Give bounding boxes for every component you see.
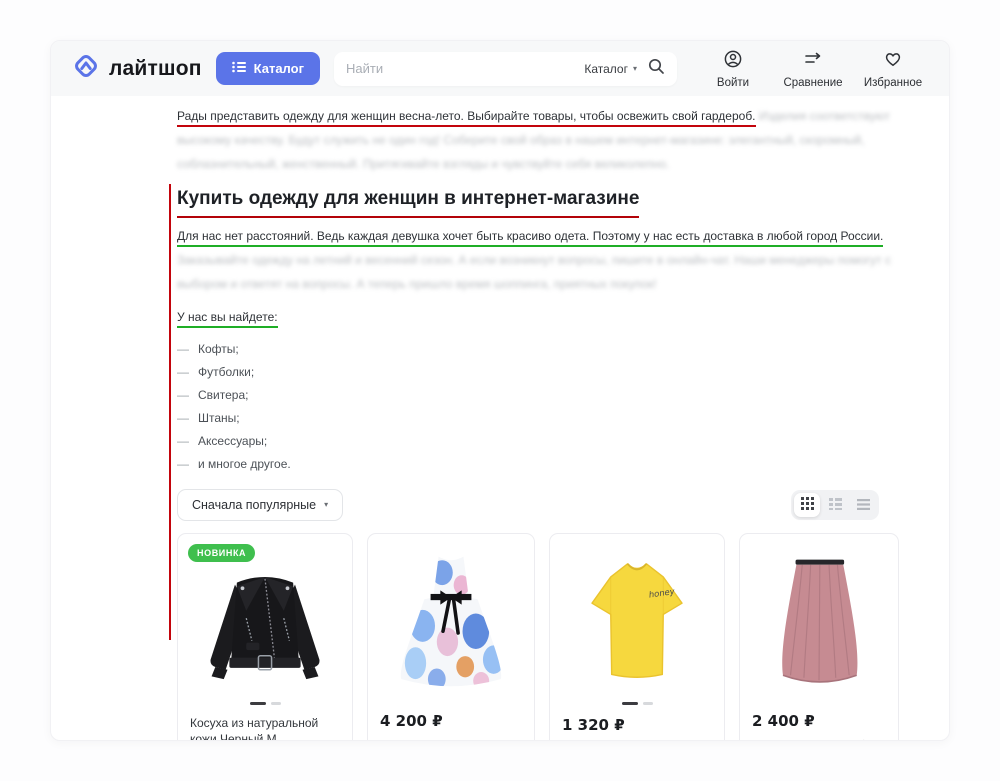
content-card: лайтшоп Каталог Каталог ▾	[50, 40, 950, 741]
pleated-skirt-image[interactable]	[752, 546, 886, 704]
inactive-dot	[642, 701, 653, 705]
dash-bullet: —	[177, 365, 189, 379]
heart-icon	[883, 49, 903, 74]
compare-icon	[803, 49, 823, 74]
image-pagination-dots[interactable]	[562, 698, 712, 708]
logo[interactable]: лайтшоп	[71, 51, 202, 86]
login-label: Войти	[716, 76, 750, 89]
catalog-button[interactable]: Каталог	[215, 52, 321, 85]
grid-icon	[800, 497, 814, 513]
sort-dropdown[interactable]: Сначала популярные ▾	[177, 489, 344, 521]
active-dot	[249, 701, 266, 705]
logo-text: лайтшоп	[109, 56, 202, 80]
view-list-button[interactable]	[850, 493, 876, 517]
site-header: лайтшоп Каталог Каталог ▾	[51, 41, 949, 96]
search-bar: Каталог ▾	[334, 51, 677, 86]
favorites-button[interactable]: Избранное	[857, 49, 929, 89]
delivery-highlight: Для нас нет расстояний. Ведь каждая деву…	[177, 229, 884, 247]
product-card-leather-jacket[interactable]: НОВИНКА Косуха из натуральной кожи Черны…	[177, 533, 353, 740]
product-price: 1 320 ₽	[562, 716, 625, 734]
product-card-pleated-skirt[interactable]: 2 400 ₽ Плиссированная юбка ★ 0 В наличи…	[739, 533, 899, 740]
flower-dress-image[interactable]	[380, 546, 522, 704]
list-item: — и многое другое.	[177, 457, 291, 471]
view-grid-button[interactable]	[794, 493, 820, 517]
dash-bullet: —	[177, 342, 189, 356]
list-item: — Футболки;	[177, 365, 255, 379]
list-item: — Штаны;	[177, 411, 240, 425]
page-title: Купить одежду для женщин в интернет-мага…	[177, 188, 879, 218]
product-price: 4 200 ₽	[380, 712, 443, 730]
delivery-blurred-text: Заказывайте одежду на летний и весенний …	[177, 253, 891, 291]
compare-button[interactable]: Сравнение	[777, 49, 849, 89]
dash-bullet: —	[177, 457, 189, 471]
search-scope-dropdown[interactable]: Каталог ▾	[584, 62, 637, 76]
catalog-button-label: Каталог	[253, 61, 305, 76]
delivery-paragraph: Для нас нет расстояний. Ведь каждая деву…	[177, 224, 931, 296]
list-item: — Кофты;	[177, 342, 239, 356]
dash-bullet: —	[177, 411, 189, 425]
dash-bullet: —	[177, 434, 189, 448]
new-badge: НОВИНКА	[188, 544, 256, 562]
favorites-label: Избранное	[863, 76, 923, 89]
sort-label: Сначала популярные	[192, 498, 317, 512]
product-grid: НОВИНКА Косуха из натуральной кожи Черны…	[177, 533, 899, 740]
product-card-yellow-tshirt[interactable]: honey 1 320 ₽ Футболка женская с принтом…	[549, 533, 725, 740]
intro-highlight: Рады представить одежду для женщин весна…	[177, 109, 756, 127]
assortment-list: — Кофты; — Футболки; — Свитера; — Штаны; — Ак…	[177, 340, 879, 473]
yellow-tshirt-image[interactable]: honey	[562, 546, 712, 696]
chevron-down-icon: ▾	[632, 63, 637, 73]
image-pagination-dots[interactable]	[190, 698, 340, 708]
product-card-flower-dress[interactable]: 4 200 ₽ Платье с цветами XXXL ★ 0 В нали…	[367, 533, 535, 740]
list-item: — Свитера;	[177, 388, 249, 402]
login-button[interactable]: Войти	[697, 49, 769, 89]
list-item: — Аксессуары;	[177, 434, 268, 448]
page: лайтшоп Каталог Каталог ▾	[0, 0, 1000, 781]
annotation-vertical-line	[169, 184, 171, 640]
inactive-dot	[270, 701, 281, 705]
search-scope-label: Каталог	[584, 61, 628, 76]
intro-paragraph: Рады представить одежду для женщин весна…	[177, 104, 931, 176]
list-rows-icon	[856, 498, 870, 513]
search-input[interactable]	[346, 61, 575, 76]
list-icon	[231, 61, 246, 76]
view-tile-button[interactable]	[822, 493, 848, 517]
tile-list-icon	[828, 497, 842, 513]
active-dot	[621, 701, 638, 705]
search-icon[interactable]	[647, 57, 665, 80]
compare-label: Сравнение	[783, 76, 843, 89]
leather-jacket-image[interactable]	[190, 546, 340, 696]
logo-diamond-icon	[71, 51, 101, 86]
product-price: 2 400 ₽	[752, 712, 815, 730]
main-content: Рады представить одежду для женщин весна…	[51, 104, 949, 740]
header-actions: Войти Сравнение Избранное	[697, 49, 929, 89]
product-title[interactable]: Плиссированная юбка	[752, 737, 886, 740]
user-icon	[723, 49, 743, 74]
list-intro: У нас вы найдете:	[177, 310, 278, 328]
dash-bullet: —	[177, 388, 189, 402]
product-title[interactable]: Платье с цветами XXXL	[380, 737, 522, 740]
view-toggle	[791, 490, 879, 520]
catalog-toolbar: Сначала популярные ▾	[177, 489, 879, 521]
product-title[interactable]: Косуха из натуральной кожи Черный М	[190, 715, 340, 740]
chevron-down-icon: ▾	[324, 500, 329, 509]
